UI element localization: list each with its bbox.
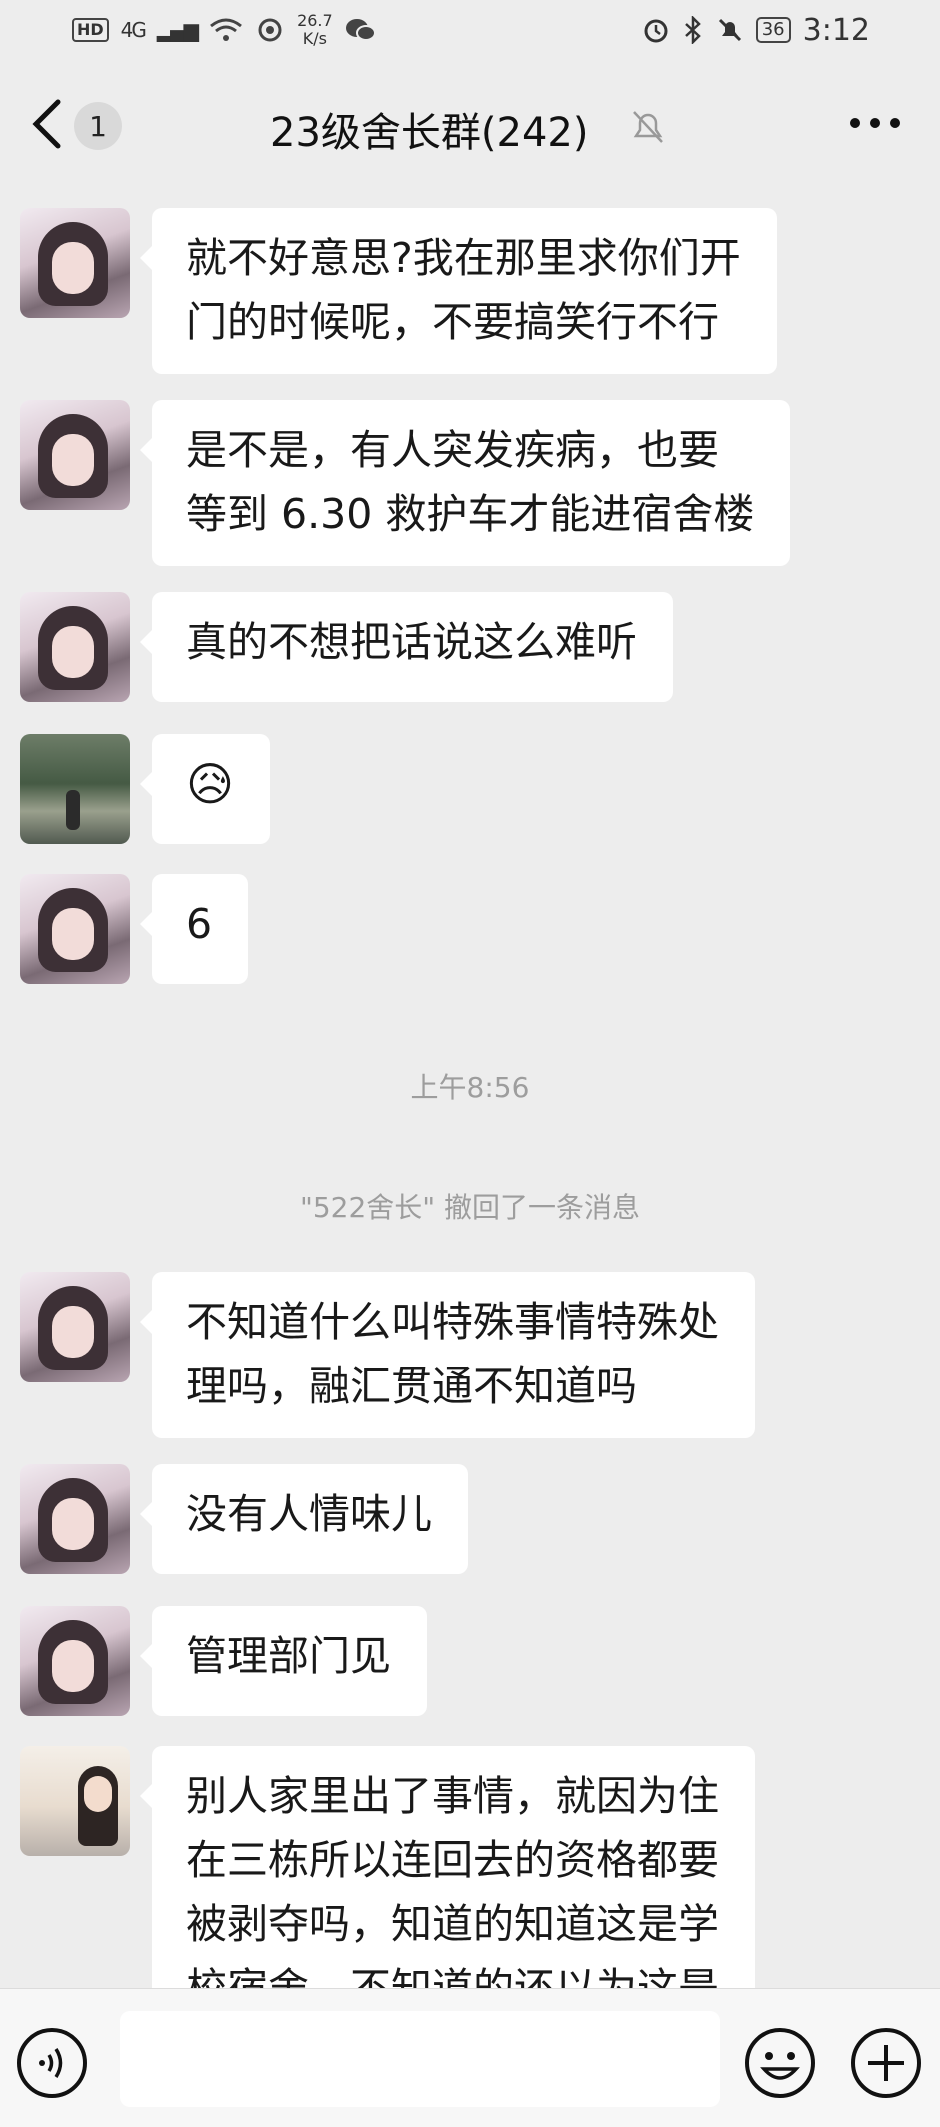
more-options-button[interactable]: [850, 118, 900, 132]
message-line: 6: [186, 900, 213, 948]
message-line: 理吗，融汇贯通不知道吗: [186, 1362, 637, 1410]
mute-bell-icon: [633, 111, 663, 143]
battery-indicator: 36: [755, 17, 791, 43]
chat-title: 23级舍长群(242): [270, 110, 589, 156]
avatar[interactable]: [20, 734, 130, 844]
message-bubble[interactable]: 6: [139, 874, 249, 984]
signal-icon: ▂▄▆: [156, 18, 199, 42]
speed-unit: K/s: [302, 29, 327, 48]
message-row: 😥: [20, 734, 270, 844]
message-bubble[interactable]: 就不好意思?我在那里求你们开 门的时候呢，不要搞笑行不行: [140, 208, 777, 374]
message-bubble[interactable]: 管理部门见: [140, 1606, 427, 1716]
status-right: 36 3:12: [642, 13, 870, 48]
speed-value: 26.7: [297, 11, 333, 30]
bluetooth-icon: [684, 16, 701, 44]
message-line: 就不好意思?我在那里求你们开: [186, 234, 741, 282]
message-row: 真的不想把话说这么难听: [20, 592, 673, 702]
message-row: 没有人情味儿: [20, 1464, 468, 1574]
message-row: 不知道什么叫特殊事情特殊处 理吗，融汇贯通不知道吗: [20, 1272, 755, 1438]
message-line: 等到 6.30 救护车才能进宿舍楼: [186, 490, 755, 538]
message-row: 管理部门见: [20, 1606, 427, 1716]
status-left: HD 4G ▂▄▆ 26.7 K/s: [72, 12, 377, 48]
message-row: 6: [20, 874, 249, 984]
input-bar: [0, 1988, 940, 2127]
silent-icon: [718, 18, 741, 42]
avatar[interactable]: [20, 592, 130, 702]
network-label: 4G: [120, 18, 147, 42]
message-line: 别人家里出了事情，就因为住: [186, 1772, 719, 1820]
message-input[interactable]: [120, 2011, 720, 2107]
message-bubble[interactable]: 真的不想把话说这么难听: [140, 592, 673, 702]
message-line: 没有人情味儿: [186, 1490, 432, 1538]
message-row: 就不好意思?我在那里求你们开 门的时候呢，不要搞笑行不行: [20, 208, 777, 374]
message-timestamp: 上午8:56: [410, 1071, 530, 1104]
unread-count-badge[interactable]: 1: [74, 102, 122, 150]
avatar[interactable]: [20, 1272, 130, 1382]
message-bubble[interactable]: 没有人情味儿: [140, 1464, 468, 1574]
message-line: 在三栋所以连回去的资格都要: [186, 1836, 719, 1884]
network-speed: 26.7 K/s: [297, 12, 333, 48]
message-line: 是不是，有人突发疾病，也要: [186, 426, 719, 474]
avatar[interactable]: [20, 208, 130, 318]
status-bar: HD 4G ▂▄▆ 26.7 K/s 36 3:12: [0, 0, 940, 60]
message-bubble[interactable]: 😥: [140, 734, 270, 844]
hd-badge: HD: [72, 18, 109, 42]
message-bubble[interactable]: 不知道什么叫特殊事情特殊处 理吗，融汇贯通不知道吗: [140, 1272, 755, 1438]
recall-notice: "522舍长" 撤回了一条消息: [299, 1191, 641, 1224]
avatar[interactable]: [20, 874, 130, 984]
voice-input-button[interactable]: [16, 2027, 88, 2099]
alarm-icon: [644, 19, 668, 43]
plus-button[interactable]: [850, 2027, 922, 2099]
back-button[interactable]: [30, 98, 66, 150]
message-row: 是不是，有人突发疾病，也要 等到 6.30 救护车才能进宿舍楼: [20, 400, 791, 566]
wifi-icon: [210, 18, 242, 41]
status-time: 3:12: [802, 12, 870, 48]
message-line: 被剥夺吗，知道的知道这是学: [186, 1900, 719, 1948]
avatar[interactable]: [20, 1746, 130, 1856]
wechat-icon: [345, 19, 376, 41]
message-line: 真的不想把话说这么难听: [186, 618, 637, 666]
emoji-button[interactable]: [744, 2027, 816, 2099]
chat-header: 1 23级舍长群(242): [0, 60, 940, 190]
message-bubble[interactable]: 是不是，有人突发疾病，也要 等到 6.30 救护车才能进宿舍楼: [139, 400, 791, 566]
avatar[interactable]: [20, 1464, 130, 1574]
message-line: 管理部门见: [186, 1632, 391, 1680]
message-line: 门的时候呢，不要搞笑行不行: [186, 298, 719, 346]
avatar[interactable]: [20, 1606, 130, 1716]
avatar[interactable]: [20, 400, 130, 510]
message-line: 不知道什么叫特殊事情特殊处: [186, 1298, 719, 1346]
hotspot-icon: [258, 18, 282, 42]
emoji-sticker: 😥: [186, 757, 234, 811]
